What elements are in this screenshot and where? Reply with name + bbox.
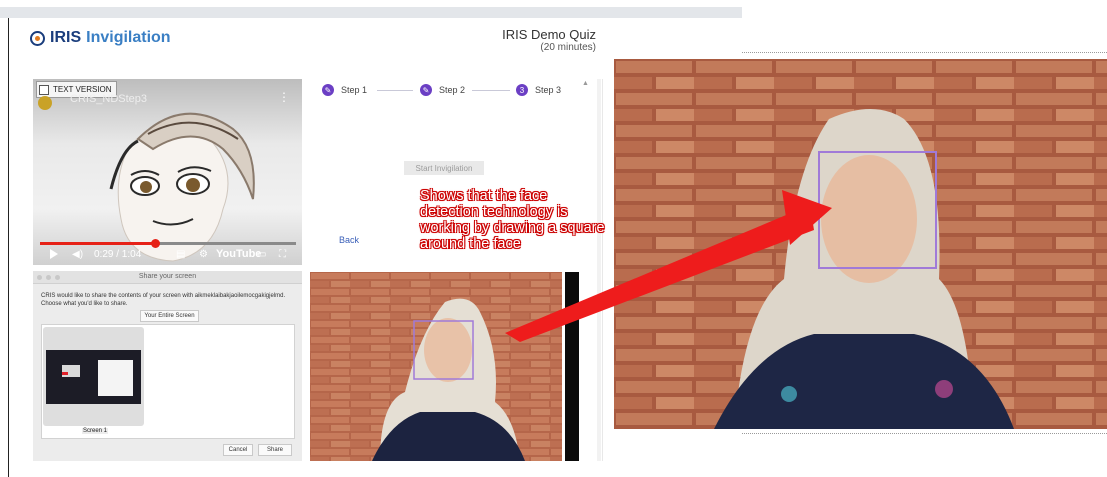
face-detection-box-small [413,320,474,380]
annotation-arrow-head [782,190,832,245]
face-detection-box-large [818,151,937,269]
annotation-text: Shows that the face detection technology… [420,188,605,252]
